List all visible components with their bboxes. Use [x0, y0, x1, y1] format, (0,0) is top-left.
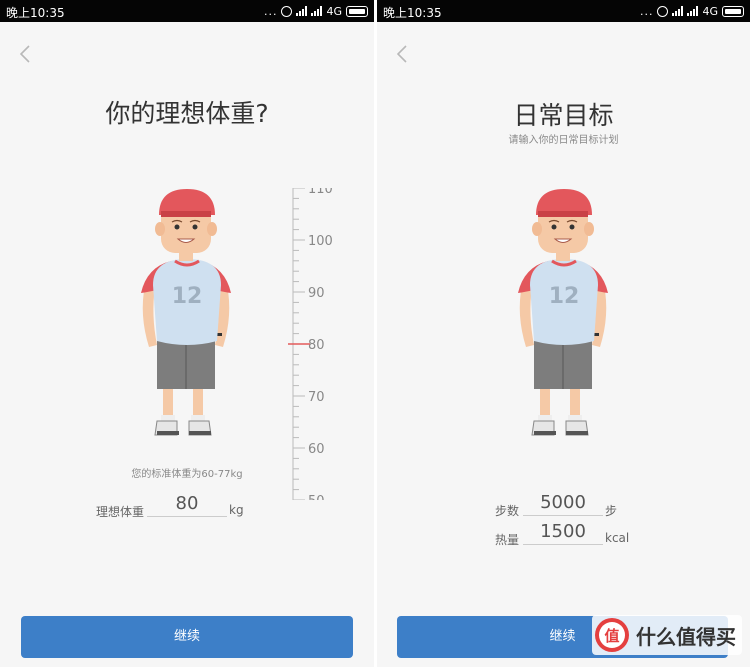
steps-unit: 步	[605, 504, 618, 518]
ideal-weight-input[interactable]: 80	[147, 493, 227, 517]
continue-button[interactable]: 继续	[21, 616, 353, 658]
standard-weight-hint: 您的标准体重为60-77kg	[131, 469, 243, 480]
steps-input[interactable]: 5000	[523, 492, 603, 516]
notification-dots: ...	[639, 4, 654, 18]
jersey-number: 12	[172, 284, 203, 309]
signal-icon-2	[311, 6, 323, 16]
page-title: 日常目标	[513, 101, 614, 130]
network-type: 4G	[326, 4, 342, 18]
weight-ruler[interactable]: 110 100 90 80 70 60 50	[288, 188, 348, 500]
ideal-weight-unit: kg	[229, 503, 244, 517]
watermark-text: 什么值得买	[636, 624, 736, 649]
status-bar: 晚上10:35 ... 4G	[377, 0, 750, 22]
ruler-label: 110	[308, 188, 333, 197]
avatar-illustration: 12	[508, 185, 618, 445]
status-time: 晚上10:35	[6, 6, 65, 20]
watermark: 值 什么值得买	[592, 615, 742, 655]
calories-label: 热量	[495, 533, 520, 547]
smzdm-logo-icon: 值	[595, 618, 629, 652]
ruler-label: 100	[308, 234, 333, 249]
signal-icon	[672, 6, 684, 16]
logo-glyph: 值	[604, 627, 619, 645]
ruler-label: 60	[308, 442, 325, 457]
calories-input[interactable]: 1500	[523, 521, 603, 545]
ruler-label: 90	[308, 286, 325, 301]
status-icons: ... 4G	[640, 4, 744, 18]
page-title: 你的理想体重?	[105, 99, 269, 128]
jersey-number: 12	[549, 284, 580, 309]
steps-label: 步数	[495, 504, 520, 518]
status-time: 晚上10:35	[383, 6, 442, 20]
chevron-left-icon	[396, 45, 407, 63]
daily-goal-screen: 晚上10:35 ... 4G 日常目标 请输入你的日常目标计划 12 步数 50…	[377, 0, 750, 667]
ruler-label: 80	[308, 338, 325, 353]
battery-icon	[346, 5, 368, 17]
back-button[interactable]	[12, 40, 40, 68]
battery-icon	[722, 5, 744, 17]
chevron-left-icon	[19, 45, 30, 63]
signal-icon	[296, 6, 308, 16]
back-button[interactable]	[389, 40, 417, 68]
status-icons: ... 4G	[264, 4, 368, 18]
page-subtitle: 请输入你的日常目标计划	[508, 135, 619, 146]
status-bar: 晚上10:35 ... 4G	[0, 0, 374, 22]
avatar-illustration: 12	[131, 185, 241, 445]
network-type: 4G	[702, 4, 718, 18]
ideal-weight-screen: 晚上10:35 ... 4G 你的理想体重? 12 110 100 90 80 70 60…	[0, 0, 374, 667]
notification-dots: ...	[263, 4, 278, 18]
ruler-label: 50	[308, 494, 325, 500]
alarm-icon	[657, 5, 669, 17]
calories-unit: kcal	[605, 531, 630, 545]
alarm-icon	[281, 5, 293, 17]
ruler-label: 70	[308, 390, 325, 405]
signal-icon-2	[687, 6, 699, 16]
ideal-weight-label: 理想体重	[96, 505, 145, 519]
